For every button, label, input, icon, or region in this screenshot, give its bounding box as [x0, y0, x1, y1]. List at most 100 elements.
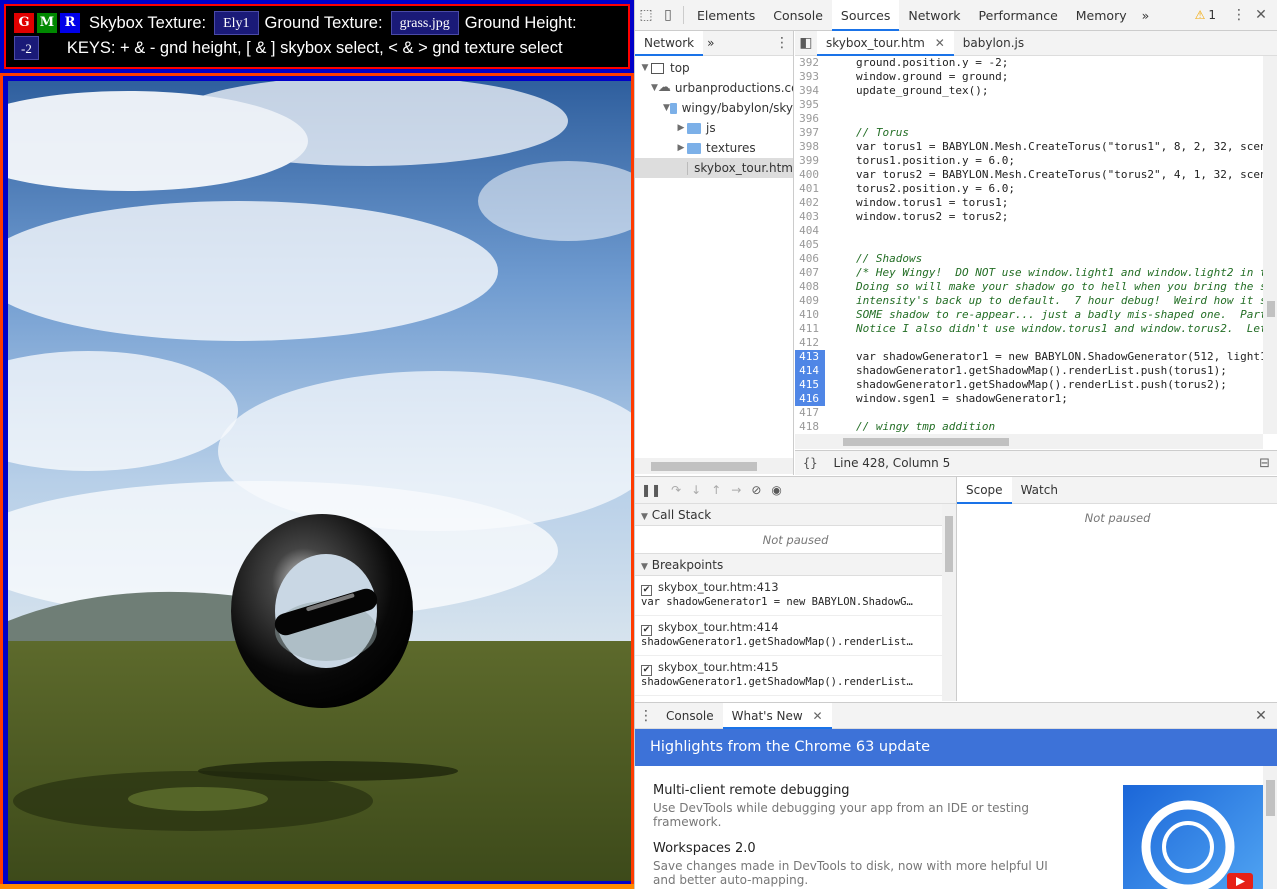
tab-performance[interactable]: Performance: [970, 0, 1067, 31]
debug-v-scroll-thumb[interactable]: [945, 516, 953, 572]
code-line[interactable]: 408 Doing so will make your shadow go to …: [795, 280, 1277, 294]
line-number[interactable]: 403: [795, 210, 825, 224]
code-line[interactable]: 399 torus1.position.y = 6.0;: [795, 154, 1277, 168]
tab-console[interactable]: Console: [764, 0, 832, 31]
drawer-v-scrollbar[interactable]: [1263, 766, 1277, 889]
code-line[interactable]: 406 // Shadows: [795, 252, 1277, 266]
code-line[interactable]: 416 window.sgen1 = shadowGenerator1;: [795, 392, 1277, 406]
tree-item-textures[interactable]: ▶ textures: [635, 138, 793, 158]
code-h-scrollbar[interactable]: [795, 434, 1263, 449]
code-line[interactable]: 414 shadowGenerator1.getShadowMap().rende…: [795, 364, 1277, 378]
tab-network[interactable]: Network: [899, 0, 969, 31]
kebab-menu-icon[interactable]: ⋮: [1228, 4, 1250, 26]
line-number[interactable]: 410: [795, 308, 825, 322]
tree-item-skybox-file[interactable]: skybox_tour.htm: [635, 158, 793, 178]
tree-item-top[interactable]: ▼ top: [635, 58, 793, 78]
breakpoint-item[interactable]: ✔ skybox_tour.htm:415 shadowGenerator1.ge…: [635, 656, 956, 696]
line-number[interactable]: 406: [795, 252, 825, 266]
line-number[interactable]: 394: [795, 84, 825, 98]
code-v-scroll-thumb[interactable]: [1267, 301, 1275, 317]
tab-whats-new[interactable]: What's New ✕: [722, 703, 832, 729]
line-number[interactable]: 393: [795, 70, 825, 84]
line-number[interactable]: 402: [795, 196, 825, 210]
file-tab-skybox[interactable]: skybox_tour.htm ✕: [817, 31, 954, 56]
code-line[interactable]: 398 var torus1 = BABYLON.Mesh.CreateTorus…: [795, 140, 1277, 154]
code-line[interactable]: 413 var shadowGenerator1 = new BABYLON.Sh…: [795, 350, 1277, 364]
line-number[interactable]: 392: [795, 56, 825, 70]
breakpoint-checkbox[interactable]: ✔: [641, 585, 652, 596]
toggle-debugger-icon[interactable]: ⊟: [1259, 456, 1270, 471]
line-number[interactable]: 416: [795, 392, 825, 406]
code-h-scroll-thumb[interactable]: [843, 438, 1009, 446]
line-number[interactable]: 396: [795, 112, 825, 126]
line-number[interactable]: 418: [795, 420, 825, 434]
tree-item-domain[interactable]: ▼ ☁ urbanproductions.co: [635, 78, 793, 98]
code-line[interactable]: 401 torus2.position.y = 6.0;: [795, 182, 1277, 196]
code-line[interactable]: 393 window.ground = ground;: [795, 70, 1277, 84]
step-out-icon[interactable]: ↑: [711, 483, 721, 497]
code-line[interactable]: 407 /* Hey Wingy! DO NOT use window.light…: [795, 266, 1277, 280]
code-line[interactable]: 395: [795, 98, 1277, 112]
line-number[interactable]: 411: [795, 322, 825, 336]
tab-navigator-network[interactable]: Network: [635, 31, 704, 56]
device-toolbar-icon[interactable]: ▯: [657, 4, 679, 26]
line-number[interactable]: 417: [795, 406, 825, 420]
code-line[interactable]: 418 // wingy tmp addition: [795, 420, 1277, 434]
inspect-icon[interactable]: ⬚: [635, 4, 657, 26]
close-tab-icon[interactable]: ✕: [935, 36, 945, 50]
line-number[interactable]: 407: [795, 266, 825, 280]
promo-image[interactable]: [1123, 785, 1263, 889]
warnings-counter[interactable]: ⚠ 1: [1195, 8, 1216, 22]
step-over-icon[interactable]: ↷: [671, 483, 681, 497]
step-icon[interactable]: →: [731, 483, 741, 497]
tab-scope[interactable]: Scope: [957, 477, 1012, 504]
code-line[interactable]: 409 intensity's back up to default. 7 hou…: [795, 294, 1277, 308]
close-devtools-icon[interactable]: ✕: [1250, 4, 1272, 26]
file-tab-babylon[interactable]: babylon.js: [954, 31, 1033, 56]
code-v-scrollbar[interactable]: [1263, 56, 1277, 434]
more-tabs-button[interactable]: »: [1136, 0, 1156, 31]
breakpoints-header[interactable]: ▼ Breakpoints: [635, 554, 956, 576]
code-line[interactable]: 410 SOME shadow to re-appear... just a ba…: [795, 308, 1277, 322]
line-number[interactable]: 405: [795, 238, 825, 252]
tab-sources[interactable]: Sources: [831, 0, 900, 31]
feature-item[interactable]: Multi-client remote debugging Use DevToo…: [653, 783, 1073, 829]
pause-on-exceptions-icon[interactable]: ◉: [771, 483, 781, 497]
code-line[interactable]: 404: [795, 224, 1277, 238]
code-line[interactable]: 400 var torus2 = BABYLON.Mesh.CreateTorus…: [795, 168, 1277, 182]
code-line[interactable]: 405: [795, 238, 1277, 252]
skybox-value[interactable]: Ely1: [214, 11, 259, 35]
code-line[interactable]: 402 window.torus1 = torus1;: [795, 196, 1277, 210]
feature-item[interactable]: Workspaces 2.0 Save changes made in DevT…: [653, 841, 1073, 887]
code-line[interactable]: 412: [795, 336, 1277, 350]
code-line[interactable]: 397 // Torus: [795, 126, 1277, 140]
nav-h-scrollbar[interactable]: [635, 458, 793, 474]
tab-elements[interactable]: Elements: [688, 0, 764, 31]
drawer-menu-icon[interactable]: ⋮: [635, 705, 657, 727]
ground-height-value[interactable]: -2: [14, 36, 39, 60]
pretty-print-button[interactable]: {}: [803, 456, 817, 470]
nav-h-scroll-thumb[interactable]: [651, 462, 757, 471]
toggle-navigator-icon[interactable]: ◧: [795, 32, 817, 54]
code-line[interactable]: 392 ground.position.y = -2;: [795, 56, 1277, 70]
call-stack-header[interactable]: ▼ Call Stack: [635, 504, 956, 526]
render-canvas[interactable]: [8, 81, 631, 881]
g-button[interactable]: G: [14, 13, 34, 33]
code-line[interactable]: 394 update_ground_tex();: [795, 84, 1277, 98]
tab-memory[interactable]: Memory: [1067, 0, 1136, 31]
line-number[interactable]: 400: [795, 168, 825, 182]
line-number[interactable]: 413: [795, 350, 825, 364]
line-number[interactable]: 412: [795, 336, 825, 350]
pause-icon[interactable]: ❚❚: [641, 483, 661, 497]
line-number[interactable]: 408: [795, 280, 825, 294]
line-number[interactable]: 398: [795, 140, 825, 154]
code-line[interactable]: 403 window.torus2 = torus2;: [795, 210, 1277, 224]
line-number[interactable]: 404: [795, 224, 825, 238]
breakpoint-item[interactable]: ✔ skybox_tour.htm:414 shadowGenerator1.ge…: [635, 616, 956, 656]
code-lines[interactable]: 392 ground.position.y = -2; 393 window.grou…: [795, 56, 1277, 449]
more-nav-tabs-button[interactable]: »: [703, 31, 718, 56]
r-button[interactable]: R: [60, 13, 80, 33]
close-drawer-icon[interactable]: ✕: [1250, 705, 1272, 727]
drawer-v-scroll-thumb[interactable]: [1266, 780, 1275, 816]
breakpoint-item[interactable]: ✔ skybox_tour.htm:413 var shadowGenerator…: [635, 576, 956, 616]
